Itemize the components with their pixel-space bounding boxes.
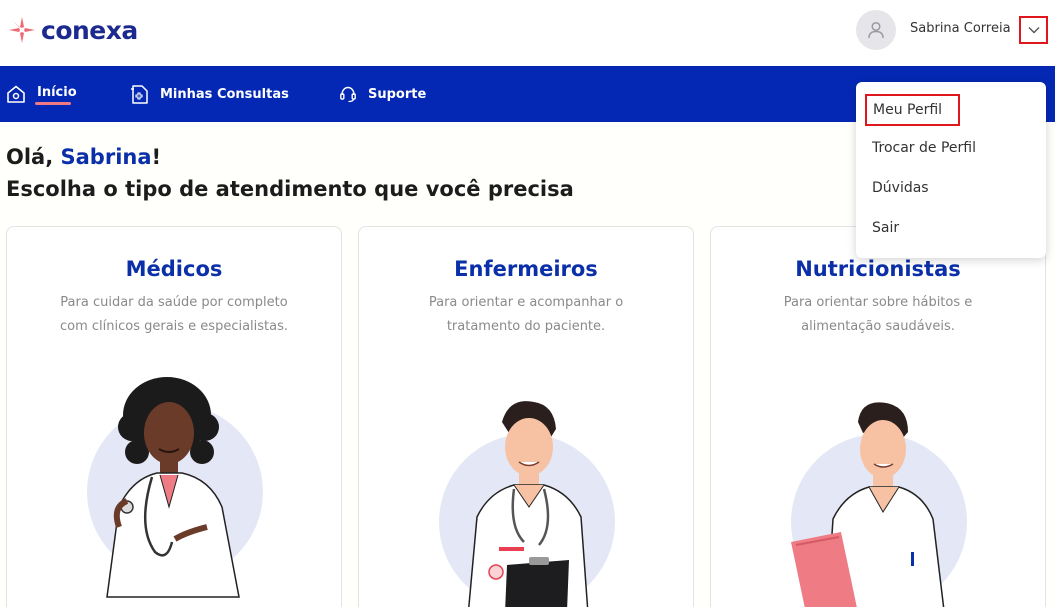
card-description: Para orientar e acompanhar o tratamento … (359, 291, 693, 339)
greeting-user-name: Sabrina (60, 145, 152, 169)
user-dropdown-menu: Meu Perfil Trocar de Perfil Dúvidas Sair (856, 82, 1046, 258)
card-description-line: com clínicos gerais e especialistas. (59, 319, 289, 334)
user-dropdown-toggle[interactable] (1019, 16, 1048, 44)
top-header: conexa Sabrina Correia (0, 0, 1055, 66)
medical-file-icon (131, 84, 148, 104)
menu-item-duvidas[interactable]: Dúvidas (872, 180, 929, 196)
menu-item-sair[interactable]: Sair (872, 220, 899, 236)
card-description-line: Para cuidar da saúde por completo (60, 295, 288, 310)
conexa-logo-icon (9, 17, 35, 43)
card-title: Médicos (125, 257, 223, 281)
card-description-line: tratamento do paciente. (446, 319, 606, 334)
conexa-logo-text: conexa (41, 15, 138, 45)
card-description: Para orientar sobre hábitos e alimentaçã… (711, 291, 1045, 339)
greeting-exclaim: ! (151, 145, 162, 169)
card-enfermeiros[interactable]: Enfermeiros Para orientar e acompanhar o… (358, 226, 694, 607)
card-nutricionistas[interactable]: Nutricionistas Para orientar sobre hábit… (710, 226, 1046, 607)
greeting: Olá, Sabrina! Escolha o tipo de atendime… (6, 141, 574, 205)
user-icon (868, 21, 884, 39)
home-icon (7, 85, 25, 103)
nutritionist-illustration (791, 402, 967, 607)
nav-item-label: Início (37, 84, 77, 100)
user-name[interactable]: Sabrina Correia (910, 21, 1011, 36)
card-title: Enfermeiros (454, 257, 598, 281)
card-description: Para cuidar da saúde por completo com cl… (7, 291, 341, 339)
nav-item-minhas-consultas[interactable]: Minhas Consultas (130, 66, 289, 122)
nav-item-suporte[interactable]: Suporte (339, 66, 426, 122)
conexa-logo[interactable]: conexa (6, 14, 138, 46)
nurse-illustration (439, 401, 615, 607)
nav-item-label: Suporte (368, 86, 427, 102)
active-indicator (35, 102, 71, 105)
menu-item-trocar-de-perfil[interactable]: Trocar de Perfil (872, 140, 976, 156)
greeting-hello: Olá, (6, 145, 54, 169)
headset-icon (340, 86, 356, 103)
chevron-down-icon (1028, 27, 1039, 34)
card-medicos[interactable]: Médicos Para cuidar da saúde por complet… (6, 226, 342, 607)
card-title: Nutricionistas (795, 257, 961, 281)
nav-item-label: Minhas Consultas (160, 86, 289, 102)
greeting-hello-line: Olá, Sabrina! (6, 141, 574, 173)
avatar[interactable] (856, 10, 896, 50)
nav-item-inicio[interactable]: Início (6, 66, 77, 122)
card-description-line: alimentação saudáveis. (801, 319, 955, 334)
doctor-illustration (87, 377, 263, 598)
menu-item-meu-perfil[interactable]: Meu Perfil (865, 94, 960, 126)
card-description-line: Para orientar e acompanhar o (428, 295, 624, 310)
card-description-line: Para orientar sobre hábitos e (783, 295, 973, 310)
greeting-subtitle: Escolha o tipo de atendimento que você p… (6, 177, 574, 201)
